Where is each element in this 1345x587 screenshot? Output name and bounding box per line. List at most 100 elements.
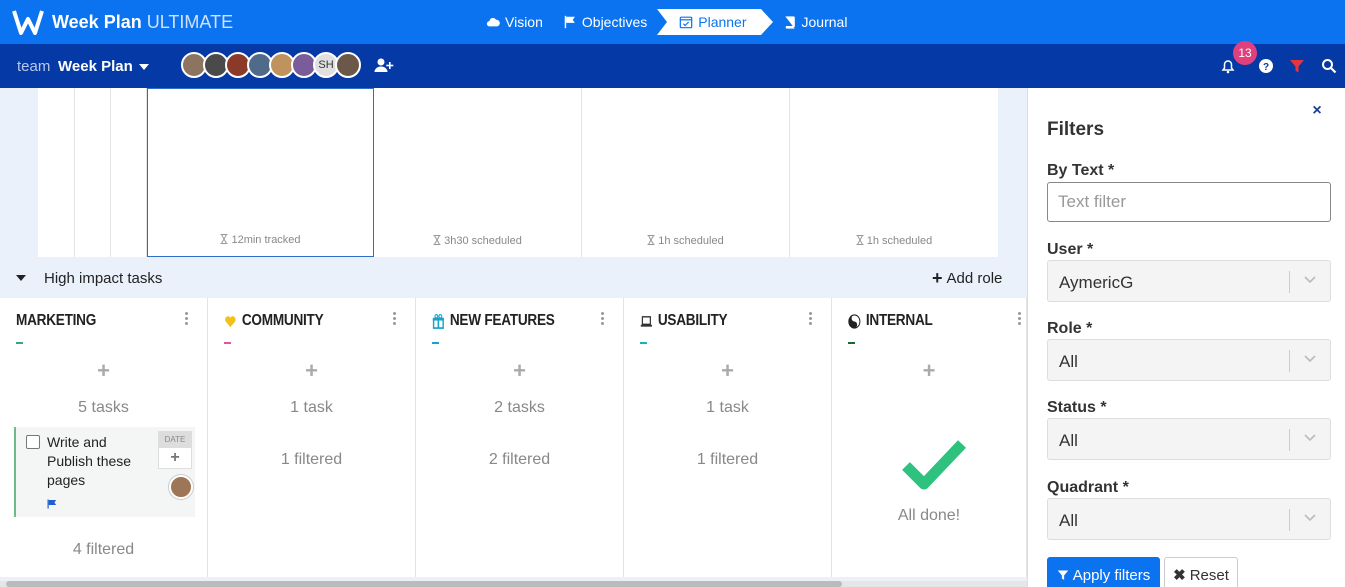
role-column-community: COMMUNITY + 1 task 1 filtered [208,298,416,577]
timeline-day[interactable]: 1h scheduled [790,88,998,257]
calendar-check-icon [679,16,693,29]
task-title[interactable]: Write and Publish these pages [47,433,147,490]
nav-planner[interactable]: Planner [657,9,773,35]
hourglass-icon [856,235,864,245]
role-select-value: All [1059,352,1078,371]
task-count: 5 tasks [78,399,129,416]
role-column-new-features: NEW FEATURES + 2 tasks 2 filtered [416,298,624,577]
role-title[interactable]: MARKETING [16,312,96,330]
role-title[interactable]: COMMUNITY [224,312,324,330]
task-date-button[interactable]: DATE + [158,431,192,469]
role-select[interactable]: All [1047,339,1331,381]
role-name: USABILITY [657,312,728,329]
timeline-day[interactable]: 1h scheduled [582,88,790,257]
avatar[interactable] [169,475,193,499]
chevron-down-icon [1304,276,1316,284]
text-filter-input[interactable] [1047,182,1331,222]
day-summary: 1h scheduled [582,235,789,247]
status-select[interactable]: All [1047,418,1331,460]
week-plan-logo-icon[interactable] [12,9,44,35]
week-timeline: 12min tracked 3h30 scheduled 1h schedule… [38,88,998,257]
quadrant-select[interactable]: All [1047,498,1331,540]
add-task-button[interactable]: + [832,358,1026,384]
caret-down-icon[interactable] [139,64,149,70]
svg-text:?: ? [1263,62,1269,73]
timeline-column[interactable] [111,88,147,257]
help-icon[interactable]: ? [1258,58,1274,74]
bell-icon[interactable] [1220,58,1236,74]
timeline-day[interactable]: 3h30 scheduled [374,88,582,257]
status-label: Status * [1047,399,1107,416]
more-vertical-icon[interactable] [1018,312,1022,327]
notification-badge[interactable]: 13 [1233,41,1257,65]
day-summary-text: 1h scheduled [866,235,933,247]
role-name: NEW FEATURES [449,312,555,329]
nav-planner-label: Planner [698,14,747,30]
reset-button[interactable]: ✖ Reset [1164,557,1238,587]
quadrant-select-value: All [1059,511,1078,530]
task-count: 1 task [290,399,333,416]
team-selector[interactable]: Week Plan [58,58,133,75]
close-icon: ✖ [1173,567,1186,584]
collapse-caret-icon[interactable] [16,275,26,281]
apply-filters-button[interactable]: Apply filters [1047,557,1160,587]
add-role-button[interactable]: + Add role [932,268,1002,289]
avatar[interactable] [335,52,361,78]
more-vertical-icon[interactable] [601,312,605,327]
chevron-down-icon [1304,434,1316,442]
heart-icon [225,315,236,327]
add-user-icon[interactable] [374,57,394,73]
user-label: User * [1047,241,1094,258]
task-card[interactable]: Write and Publish these pages DATE + [14,427,195,517]
flag-icon [564,15,575,29]
search-icon[interactable] [1321,58,1337,74]
nav-journal-label: Journal [801,14,848,30]
role-title[interactable]: NEW FEATURES [432,312,555,330]
close-icon[interactable]: × [1310,103,1324,119]
chevron-down-icon [1304,514,1316,522]
filter-icon[interactable] [1289,58,1305,74]
nav-vision-label: Vision [505,14,543,30]
role-name: INTERNAL [865,312,933,329]
role-column-internal: INTERNAL + All done! [832,298,1027,577]
hourglass-icon [433,235,441,245]
section-title[interactable]: High impact tasks [44,270,162,287]
status-select-value: All [1059,431,1078,450]
apply-filters-label: Apply filters [1072,566,1151,584]
timeline-column[interactable] [38,88,75,257]
all-done-text: All done! [897,507,961,524]
add-task-button[interactable]: + [624,358,831,384]
more-vertical-icon[interactable] [809,312,813,327]
nav-objectives[interactable]: Objectives [553,9,657,35]
role-accent [640,342,647,344]
add-task-button[interactable]: + [208,358,415,384]
role-title[interactable]: USABILITY [640,312,728,330]
more-vertical-icon[interactable] [393,312,397,327]
date-label: DATE [159,432,191,448]
timeline-day[interactable]: 12min tracked [147,88,374,257]
role-title[interactable]: INTERNAL [848,312,933,330]
nav-vision[interactable]: Vision [476,9,553,35]
user-select[interactable]: AymericG [1047,260,1331,302]
day-summary-text: 1h scheduled [658,235,724,247]
add-task-button[interactable]: + [416,358,623,384]
roles-board: MARKETING + 5 tasks Write and Publish th… [0,298,1027,577]
add-task-button[interactable]: + [0,358,207,384]
brand-title[interactable]: Week Plan ULTIMATE [52,12,233,33]
reset-label: Reset [1189,566,1229,584]
main-nav: Vision Objectives Planner Journal [476,9,857,35]
task-checkbox[interactable] [26,435,40,449]
filters-panel: × Filters By Text * User * AymericG Role… [1027,88,1345,587]
book-icon [785,16,795,29]
horizontal-scrollbar[interactable] [0,581,1027,587]
nav-journal[interactable]: Journal [773,9,858,35]
scrollbar-thumb[interactable] [6,581,842,587]
filter-icon [1057,570,1068,580]
role-label: Role * [1047,320,1093,337]
text-filter-field[interactable] [1048,183,1330,221]
more-vertical-icon[interactable] [185,312,189,327]
timeline-column[interactable] [75,88,111,257]
role-accent [224,342,231,344]
cloud-icon [486,17,500,27]
plus-icon: + [170,449,180,466]
